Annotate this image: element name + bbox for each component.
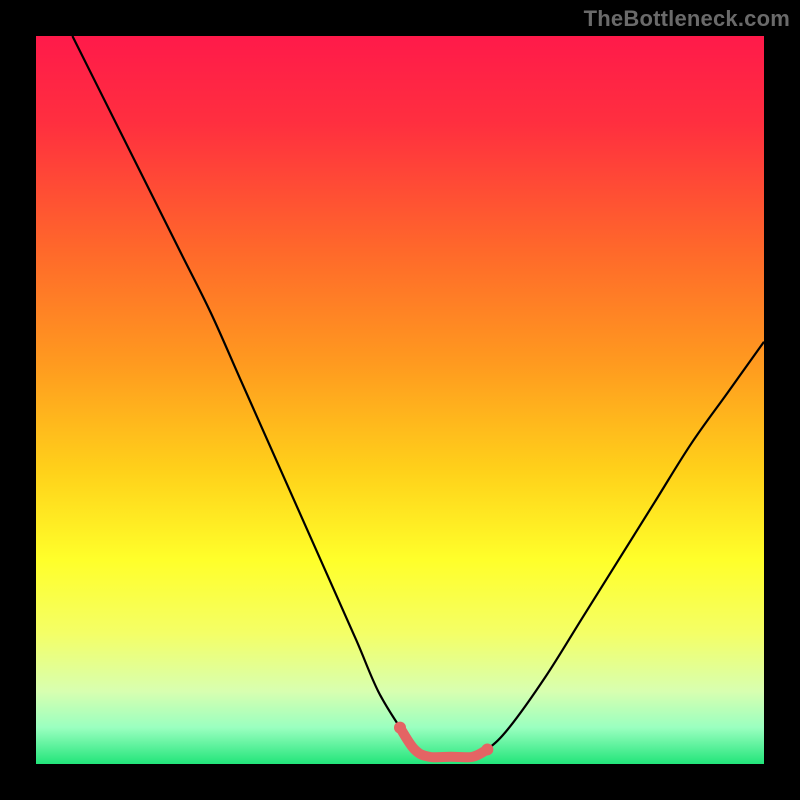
watermark-text: TheBottleneck.com <box>584 6 790 32</box>
accent-endpoint-right <box>481 743 493 755</box>
plot-area <box>36 36 764 764</box>
accent-bottom-segment <box>400 728 487 758</box>
curve-layer <box>36 36 764 764</box>
chart-frame: TheBottleneck.com <box>0 0 800 800</box>
accent-endpoint-left <box>394 722 406 734</box>
bottleneck-curve <box>72 36 764 757</box>
